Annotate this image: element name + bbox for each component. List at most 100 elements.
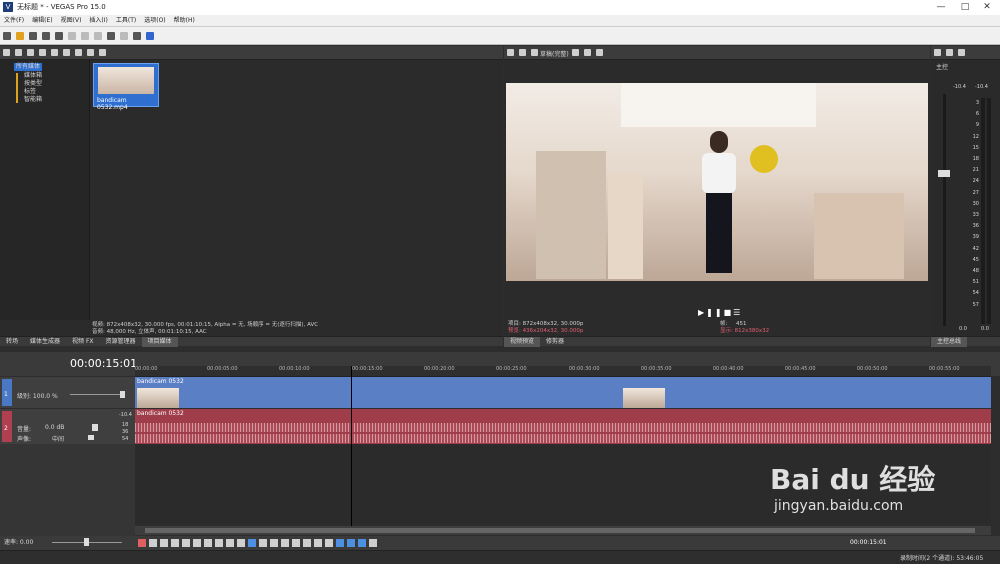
master-fader-handle[interactable] — [938, 170, 950, 177]
close-button[interactable]: ✕ — [972, 0, 1000, 15]
redo-icon[interactable] — [120, 32, 128, 40]
audio-track-header[interactable]: 2 -10.4 音量: 0.0 dB 声像: 中间 18 36 54 — [0, 409, 135, 444]
audio-event[interactable]: bandicam 0532 — [135, 409, 991, 444]
go-to-end-icon[interactable] — [215, 539, 223, 547]
preview-quality-select[interactable]: 草稿(完整) — [540, 49, 569, 58]
pause-icon[interactable] — [182, 539, 190, 547]
level-slider-handle[interactable] — [120, 391, 125, 398]
tab-project-media[interactable]: 项目媒体 — [141, 337, 178, 347]
preview-stop-icon[interactable]: ■ — [724, 308, 734, 317]
lock-icon[interactable] — [314, 539, 322, 547]
mixer-gear-icon[interactable] — [934, 49, 941, 56]
menu-insert[interactable]: 插入(I) — [85, 15, 111, 27]
menu-tools[interactable]: 工具(T) — [112, 15, 140, 27]
undo-icon[interactable] — [107, 32, 115, 40]
tree-by-type[interactable]: 按类型 — [24, 80, 42, 88]
mixer-bus-icon[interactable] — [958, 49, 965, 56]
trim-icon[interactable] — [292, 539, 300, 547]
split-icon[interactable] — [303, 539, 311, 547]
next-frame-icon[interactable] — [237, 539, 245, 547]
preview-pause-icon[interactable]: ❚❚ — [706, 308, 723, 317]
menu-help[interactable]: 帮助(H) — [170, 15, 199, 27]
tab-explorer[interactable]: 资源管理器 — [100, 337, 142, 347]
tab-master-bus[interactable]: 主控总线 — [931, 337, 968, 347]
envelope-tool-icon[interactable] — [259, 539, 267, 547]
tree-all-media[interactable]: 所有媒体 — [14, 63, 43, 71]
video-level-label: 级别: 100.0 % — [17, 393, 58, 400]
preview-fx-icon[interactable] — [519, 49, 526, 56]
marker-icon[interactable] — [325, 539, 333, 547]
cut-icon[interactable] — [68, 32, 76, 40]
tab-transitions[interactable]: 转场 — [0, 337, 24, 347]
auto-crossfade-icon[interactable] — [347, 539, 355, 547]
save-as-icon[interactable] — [42, 32, 50, 40]
normal-edit-tool-icon[interactable] — [248, 539, 256, 547]
views-icon[interactable] — [87, 49, 94, 56]
split-screen-icon[interactable] — [531, 49, 538, 56]
prev-frame-icon[interactable] — [226, 539, 234, 547]
media-item-bandicam[interactable]: bandicam 0532.mp4 — [93, 63, 159, 111]
help-icon[interactable] — [146, 32, 154, 40]
video-event[interactable]: bandicam 0532 — [135, 377, 991, 408]
capture-icon[interactable] — [15, 49, 22, 56]
rate-slider-handle[interactable] — [84, 538, 89, 546]
menu-edit[interactable]: 编辑(E) — [28, 15, 56, 27]
auto-ripple-icon[interactable] — [358, 539, 366, 547]
snapping-icon[interactable] — [336, 539, 344, 547]
preview-video-frame[interactable] — [506, 83, 928, 281]
ruler-tick: 00:00:20:00 — [424, 366, 455, 372]
play-from-start-icon[interactable] — [160, 539, 168, 547]
zoom-icon[interactable] — [99, 49, 106, 56]
media-fx-icon[interactable] — [51, 49, 58, 56]
video-track-header[interactable]: 1 级别: 100.0 % — [0, 377, 135, 408]
tree-tags[interactable]: 标签 — [24, 88, 36, 96]
render-icon[interactable] — [133, 32, 141, 40]
play-icon[interactable] — [171, 539, 179, 547]
volume-slider-handle[interactable] — [92, 424, 98, 431]
selection-tool-icon[interactable] — [270, 539, 278, 547]
loop-icon[interactable] — [149, 539, 157, 547]
vegas-window: V 无标题 * - VEGAS Pro 15.0 — □ ✕ 文件(F) 编辑(E… — [0, 0, 1000, 564]
tab-video-preview[interactable]: 视频预览 — [504, 337, 541, 347]
overlays-icon[interactable] — [571, 49, 579, 56]
paste-icon[interactable] — [94, 32, 102, 40]
new-file-icon[interactable] — [3, 32, 11, 40]
tree-smart-bins[interactable]: 智能箱 — [24, 96, 42, 104]
playhead-line[interactable] — [351, 366, 352, 526]
delete-icon[interactable] — [281, 539, 289, 547]
timeline-ruler[interactable]: 00:00:00 00:00:05:00 00:00:10:00 00:00:1… — [135, 366, 991, 377]
import-media-icon[interactable] — [3, 49, 10, 56]
copy-snapshot-icon[interactable] — [583, 49, 591, 56]
record-icon[interactable] — [138, 539, 146, 547]
project-media-panel: 所有媒体 媒体箱 按类型 标签 智能箱 bandicam 0532.mp4 视频… — [0, 46, 503, 347]
stop-icon[interactable] — [75, 49, 82, 56]
tab-trimmer[interactable]: 修剪器 — [540, 337, 570, 347]
preview-menu-icon[interactable]: ☰ — [733, 308, 742, 317]
get-media-icon[interactable] — [27, 49, 34, 56]
go-to-start-icon[interactable] — [204, 539, 212, 547]
timeline-timecode[interactable]: 00:00:15:01 — [70, 357, 137, 370]
remove-icon[interactable] — [39, 49, 46, 56]
preview-play-icon[interactable]: ▶ — [698, 308, 706, 317]
properties-gear-icon[interactable] — [55, 32, 63, 40]
tab-video-fx[interactable]: 视频 FX — [66, 337, 99, 347]
tree-media-bins[interactable]: 媒体箱 — [24, 72, 42, 80]
scrollbar-thumb[interactable] — [145, 528, 975, 533]
db-mark: 36 — [122, 429, 129, 435]
menu-options[interactable]: 选项(O) — [140, 15, 169, 27]
stop-icon[interactable] — [193, 539, 201, 547]
menu-file[interactable]: 文件(F) — [0, 15, 28, 27]
video-thumb-mid — [623, 388, 665, 408]
mixer-fx-icon[interactable] — [946, 49, 953, 56]
save-icon[interactable] — [29, 32, 37, 40]
tab-media-generators[interactable]: 媒体生成器 — [24, 337, 66, 347]
save-snapshot-icon[interactable] — [595, 49, 603, 56]
open-folder-icon[interactable] — [16, 32, 24, 40]
menu-view[interactable]: 视图(V) — [57, 15, 86, 27]
preview-properties-icon[interactable] — [507, 49, 514, 56]
event-grouping-icon[interactable] — [369, 539, 377, 547]
play-icon[interactable] — [63, 49, 70, 56]
pan-slider-handle[interactable] — [88, 435, 94, 440]
db-mark: 18 — [122, 422, 129, 428]
copy-icon[interactable] — [81, 32, 89, 40]
